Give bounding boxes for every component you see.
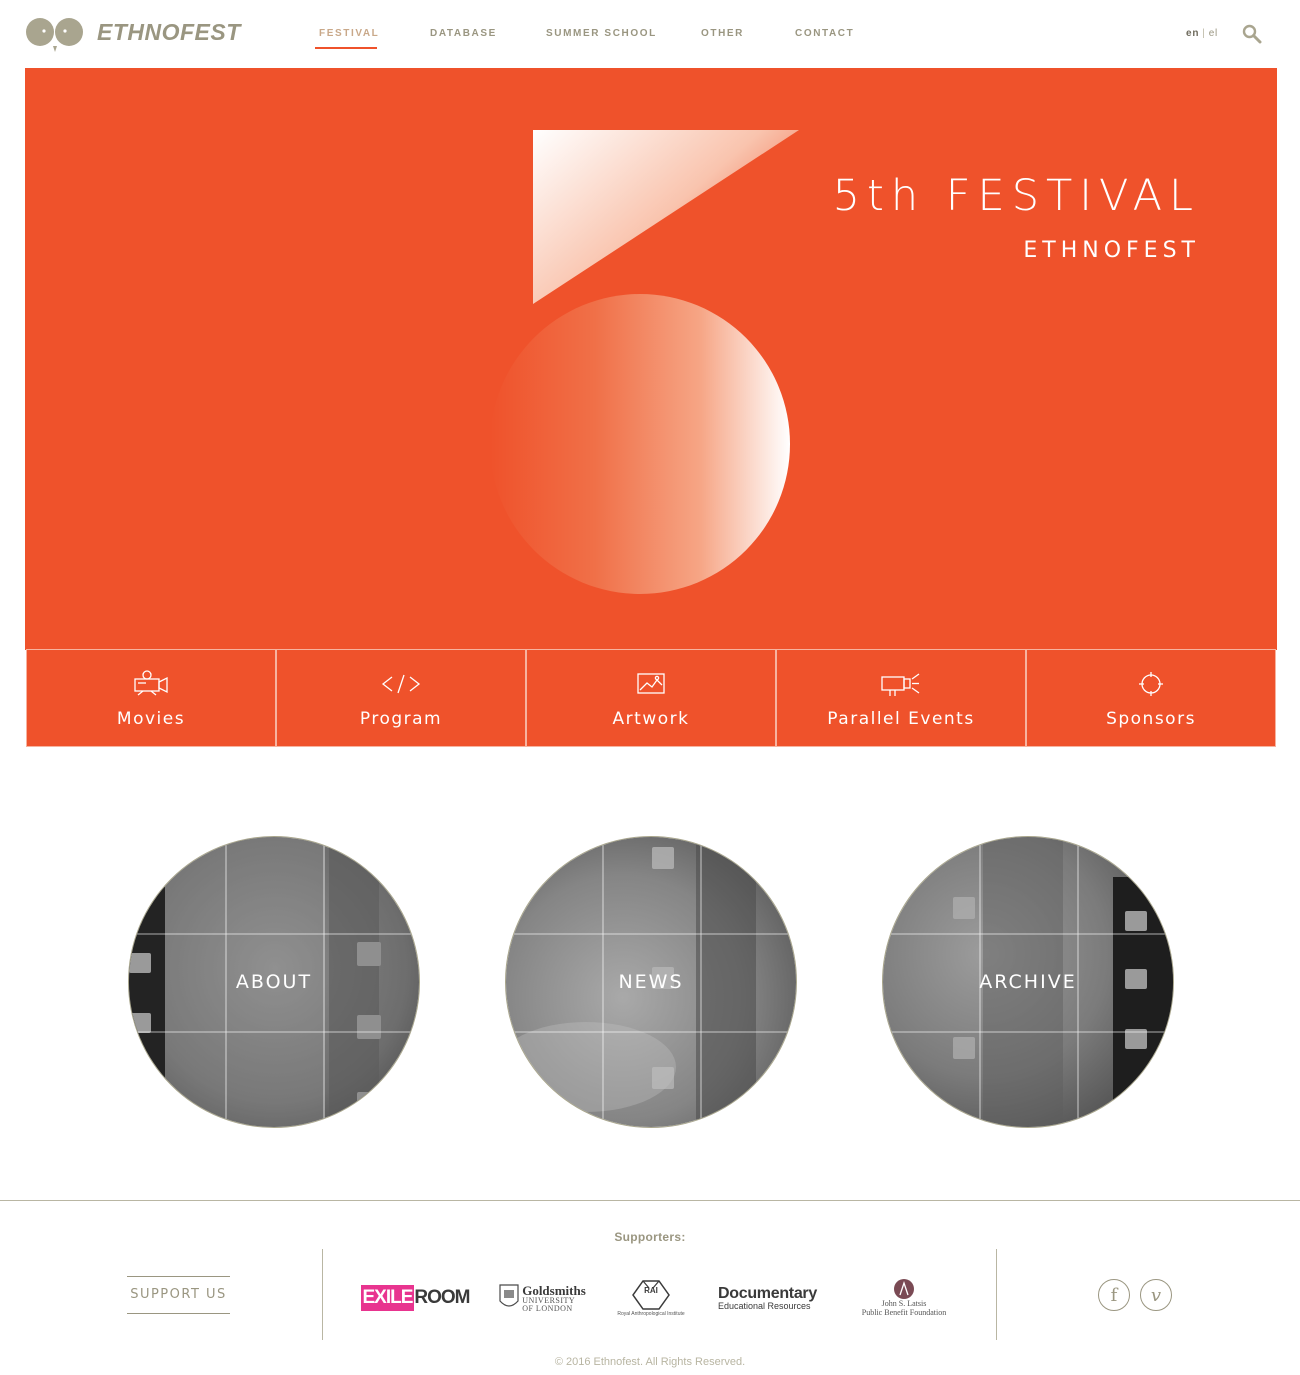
sponsor-rai[interactable]: RAI Royal Anthropological Institute: [617, 1275, 685, 1321]
rai-caption: Royal Anthropological Institute: [617, 1311, 685, 1317]
hero-subtitle: ETHNOFEST: [1023, 238, 1200, 263]
rai-logo-icon: [632, 1280, 670, 1310]
five-graphic: [490, 130, 799, 594]
tile-artwork[interactable]: Artwork: [526, 649, 776, 747]
tile-program[interactable]: Program: [276, 649, 526, 747]
hero-title: 5th FESTIVAL: [832, 171, 1200, 221]
hero-banner: 5th FESTIVAL ETHNOFEST: [25, 68, 1277, 650]
code-icon: [381, 674, 421, 694]
exileroom-logo-part1: EXILE: [360, 1285, 415, 1311]
circle-label-about: ABOUT: [235, 971, 313, 993]
nav-item-contact[interactable]: CONTACT: [795, 28, 854, 39]
der-line2: Educational Resources: [718, 1300, 811, 1311]
active-nav-indicator: [315, 47, 377, 49]
circle-about[interactable]: ABOUT: [128, 836, 420, 1128]
projector-icon: [881, 673, 920, 696]
lang-en[interactable]: en: [1186, 28, 1199, 39]
facebook-icon[interactable]: f: [1098, 1279, 1130, 1311]
language-switcher: en | el: [1186, 28, 1218, 39]
der-line1: Documentary: [718, 1284, 817, 1302]
tile-sponsors[interactable]: Sponsors: [1026, 649, 1276, 747]
tile-parallel-events[interactable]: Parallel Events: [776, 649, 1026, 747]
sponsor-goldsmiths[interactable]: Goldsmiths UNIVERSITY OF LONDON: [497, 1275, 587, 1321]
tile-movies[interactable]: Movies: [26, 649, 276, 747]
circle-label-archive: ARCHIVE: [979, 971, 1077, 993]
brand-name: ETHNOFEST: [97, 19, 241, 45]
sponsor-der[interactable]: Documentary Educational Resources: [718, 1275, 822, 1321]
goldsmiths-line1: Goldsmiths: [522, 1282, 586, 1298]
info-circles: ABOUT NEWS ARCHIVE: [0, 836, 1300, 1132]
nav-item-database[interactable]: DATABASE: [430, 28, 497, 39]
camera-icon: [134, 670, 168, 696]
site-logo[interactable]: ETHNOFEST: [25, 16, 240, 52]
search-icon[interactable]: [1242, 24, 1262, 44]
support-us-button[interactable]: SUPPORT US: [127, 1276, 230, 1314]
copyright-text: © 2016 Ethnofest. All Rights Reserved.: [554, 1356, 746, 1368]
circle-label-news: NEWS: [618, 971, 684, 993]
tile-label-movies: Movies: [116, 709, 186, 729]
tile-label-program: Program: [359, 709, 443, 729]
image-icon: [637, 673, 665, 694]
goldsmiths-crest-icon: [499, 1284, 519, 1307]
site-header: ETHNOFEST FESTIVAL DATABASE SUMMER SCHOO…: [0, 0, 1300, 68]
lang-el[interactable]: el: [1209, 28, 1218, 39]
circle-archive[interactable]: ARCHIVE: [882, 836, 1174, 1128]
exileroom-logo-part2: ROOM: [414, 1287, 470, 1308]
supporters-label: Supporters:: [614, 1230, 686, 1244]
exileroom-logo: EXILE ROOM: [360, 1285, 471, 1311]
footer-divider-left: [322, 1249, 323, 1340]
lang-separator: |: [1202, 28, 1206, 39]
footer-divider-right: [996, 1249, 997, 1340]
festival-sections: Movies Program Artwork Parallel Events S…: [26, 649, 1276, 747]
vimeo-icon[interactable]: v: [1140, 1279, 1172, 1311]
circle-news[interactable]: NEWS: [505, 836, 797, 1128]
goldsmiths-wordmark: Goldsmiths UNIVERSITY OF LONDON: [522, 1284, 586, 1313]
target-icon: [1139, 672, 1163, 696]
nav-item-other[interactable]: OTHER: [701, 28, 744, 39]
sponsor-latsis[interactable]: John S. Latsis Public Benefit Foundation: [853, 1275, 955, 1321]
rai-mark: RAI: [644, 1286, 658, 1295]
tile-label-sponsors: Sponsors: [1106, 709, 1196, 729]
latsis-line2: Public Benefit Foundation: [861, 1308, 947, 1317]
tile-label-parallel-events: Parallel Events: [827, 709, 975, 729]
tile-label-artwork: Artwork: [612, 709, 690, 729]
goldsmiths-line3: OF LONDON: [522, 1303, 573, 1313]
nav-item-summer-school[interactable]: SUMMER SCHOOL: [546, 28, 657, 39]
latsis-logo-icon: [894, 1279, 914, 1300]
footer-divider: [0, 1200, 1300, 1201]
nav-item-festival[interactable]: FESTIVAL: [319, 28, 379, 39]
owl-logo-icon: [26, 18, 83, 52]
sponsor-exileroom[interactable]: EXILE ROOM: [360, 1275, 471, 1321]
